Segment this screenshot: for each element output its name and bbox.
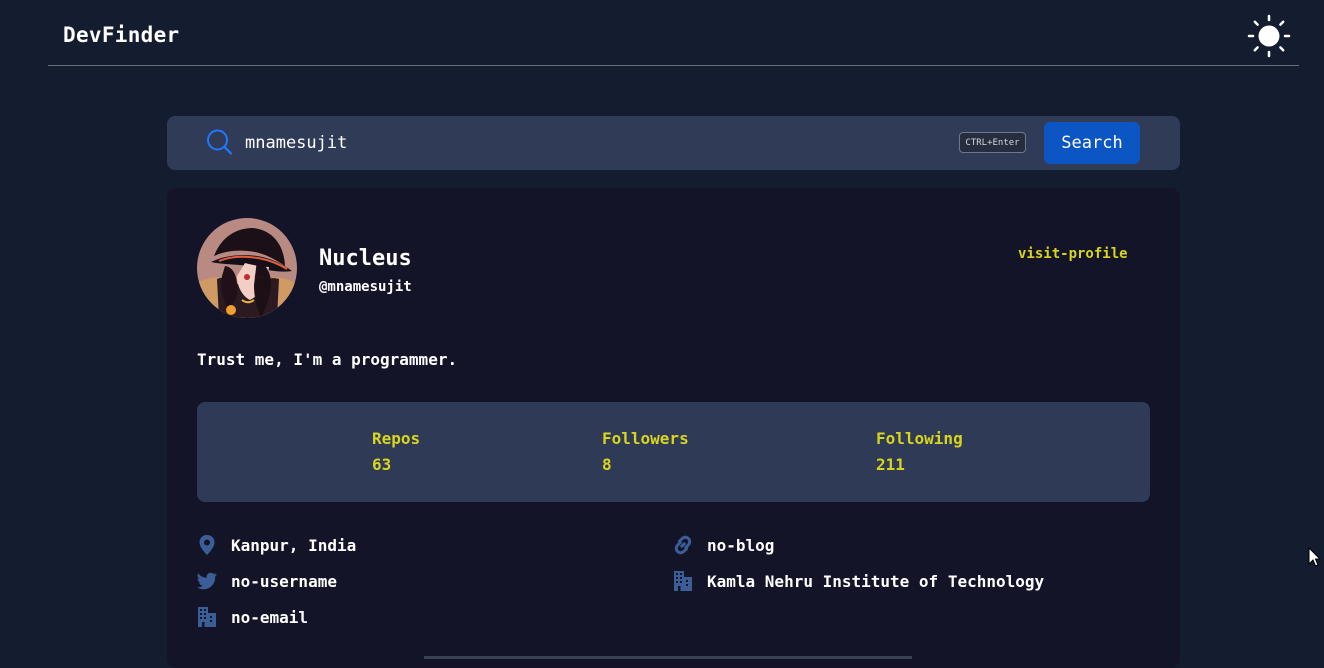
location-text: Kanpur, India (231, 535, 357, 555)
app-title: DevFinder (63, 23, 180, 47)
repos-label: Repos (372, 429, 421, 448)
blog-text[interactable]: no-blog (707, 536, 774, 555)
profile-bio: Trust me, I'm a programmer. (197, 350, 458, 369)
repos-stat: Repos 63 (372, 429, 420, 474)
building-icon (196, 606, 218, 628)
followers-count: 8 (602, 455, 612, 474)
following-stat: Following 211 (876, 429, 963, 474)
sun-icon[interactable] (1247, 14, 1291, 58)
following-label: Following (876, 429, 963, 448)
blog-info[interactable]: no-blog (672, 533, 774, 557)
building-icon (672, 570, 694, 592)
search-bar: CTRL+Enter Search (167, 116, 1180, 170)
company-info: Kamla Nehru Institute of Technology (672, 569, 1044, 593)
email-text: no-email (231, 607, 309, 627)
search-shortcut-hint: CTRL+Enter (959, 132, 1026, 153)
mouse-pointer-icon (1308, 546, 1322, 567)
twitter-info: no-username (196, 569, 337, 593)
profile-card: Nucleus @mnamesujit visit-profile Trust … (167, 188, 1180, 668)
profile-username: @mnamesujit (319, 279, 412, 295)
avatar (197, 218, 297, 318)
email-info: no-email (196, 605, 308, 629)
twitter-text: no-username (231, 571, 337, 591)
visit-profile-link[interactable]: visit-profile (1018, 246, 1128, 262)
followers-stat: Followers 8 (602, 429, 689, 474)
followers-label: Followers (602, 429, 689, 448)
link-icon (672, 534, 694, 556)
search-icon (205, 128, 233, 156)
search-button[interactable]: Search (1044, 122, 1140, 164)
stats-panel: Repos 63 Followers 8 Following 211 (197, 402, 1150, 502)
twitter-icon (196, 570, 218, 592)
company-text: Kamla Nehru Institute of Technology (707, 571, 1045, 591)
location-info: Kanpur, India (196, 533, 356, 557)
app-header: DevFinder (48, 0, 1299, 66)
search-input[interactable] (245, 128, 945, 158)
following-count: 211 (876, 455, 905, 474)
repos-count: 63 (372, 455, 392, 474)
map-pin-icon (196, 534, 218, 556)
profile-name: Nucleus (319, 246, 412, 271)
